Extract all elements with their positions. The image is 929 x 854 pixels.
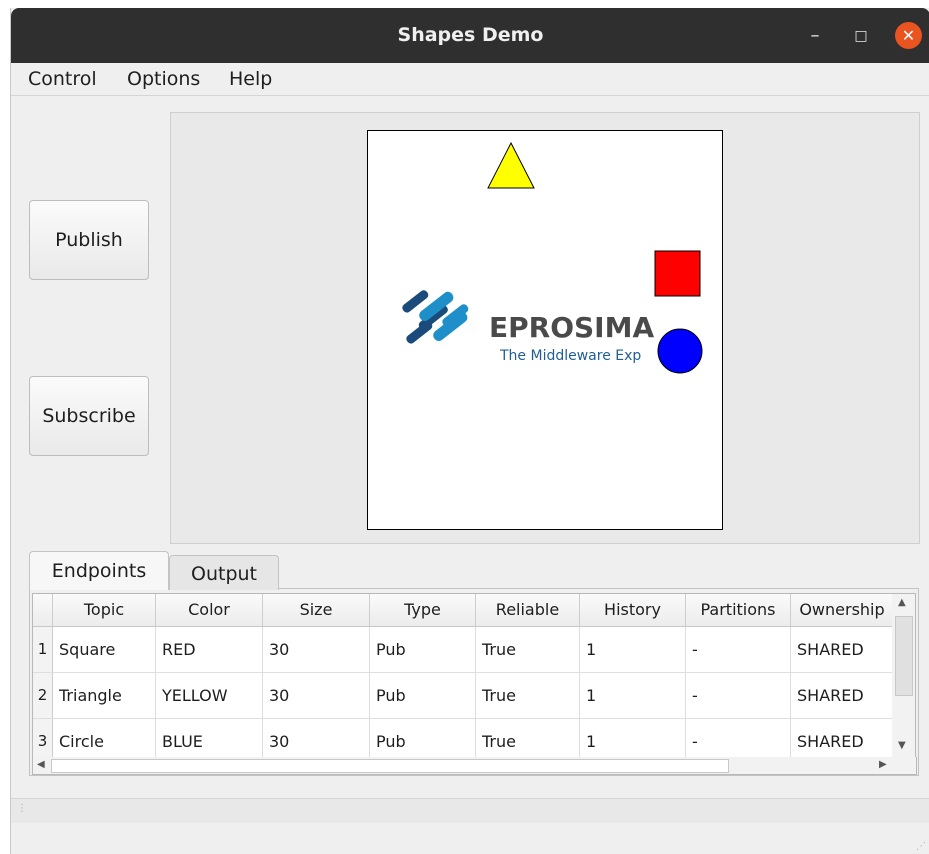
subscribe-button[interactable]: Subscribe [29,376,149,456]
triangle-shape [487,141,535,189]
table-row[interactable]: 3 Circle BLUE 30 Pub True 1 - SHARED [33,719,893,758]
maximize-button[interactable]: □ [847,22,875,50]
scroll-up-arrow-icon[interactable]: ▲ [898,597,906,608]
resize-grip-icon[interactable]: ⋰ [916,841,926,852]
cell-history[interactable]: 1 [580,719,686,758]
cell-color[interactable]: YELLOW [156,673,263,718]
horizontal-scroll-thumb[interactable] [51,759,729,773]
column-header-type[interactable]: Type [370,594,476,626]
cell-reliable[interactable]: True [476,673,580,718]
endpoints-table: Topic Color Size Type Reliable History P… [32,593,894,759]
tab-output[interactable]: Output [169,555,279,590]
cell-partitions[interactable]: - [686,627,791,672]
cell-type[interactable]: Pub [370,673,476,718]
cell-ownership[interactable]: SHARED [791,673,893,718]
cell-history[interactable]: 1 [580,673,686,718]
tab-endpoints[interactable]: Endpoints [29,551,169,590]
corner-cell[interactable] [33,594,53,626]
column-header-reliable[interactable]: Reliable [476,594,580,626]
close-button[interactable]: ✕ [895,22,922,49]
cell-reliable[interactable]: True [476,627,580,672]
column-header-ownership[interactable]: Ownership [791,594,893,626]
cell-ownership[interactable]: SHARED [791,627,893,672]
column-header-size[interactable]: Size [263,594,370,626]
scroll-right-arrow-icon[interactable]: ▶ [879,759,887,770]
column-header-history[interactable]: History [580,594,686,626]
row-header[interactable]: 1 [33,627,53,672]
logo-tagline: The Middleware Exp [499,348,641,364]
table-row[interactable]: 1 Square RED 30 Pub True 1 - SHARED [33,627,893,673]
horizontal-scrollbar[interactable]: ◀ ▶ [32,757,917,775]
cell-partitions[interactable]: - [686,719,791,758]
vertical-scroll-thumb[interactable] [895,616,913,696]
cell-ownership[interactable]: SHARED [791,719,893,758]
status-bar: ⋰ [11,823,929,854]
cell-history[interactable]: 1 [580,627,686,672]
square-shape [654,250,701,297]
column-header-partitions[interactable]: Partitions [686,594,791,626]
column-header-topic[interactable]: Topic [53,594,156,626]
cell-size[interactable]: 30 [263,673,370,718]
menu-control[interactable]: Control [28,68,97,90]
eprosima-logo-mark-icon [402,290,469,344]
menu-help[interactable]: Help [229,68,272,90]
title-bar[interactable]: Shapes Demo – □ ✕ [11,8,929,63]
vertical-scrollbar[interactable]: ▲ ▼ [892,593,916,759]
cell-size[interactable]: 30 [263,719,370,758]
scroll-left-arrow-icon[interactable]: ◀ [37,759,45,770]
cell-size[interactable]: 30 [263,627,370,672]
table-row[interactable]: 2 Triangle YELLOW 30 Pub True 1 - SHARED [33,673,893,719]
menu-bar: Control Options Help [11,63,929,96]
column-header-color[interactable]: Color [156,594,263,626]
table-header: Topic Color Size Type Reliable History P… [33,594,893,627]
row-header[interactable]: 3 [33,719,53,758]
cell-reliable[interactable]: True [476,719,580,758]
window-title: Shapes Demo [397,24,544,46]
circle-shape [657,328,703,374]
cell-color[interactable]: RED [156,627,263,672]
cell-partitions[interactable]: - [686,673,791,718]
shapes-canvas[interactable]: EPROSIMA The Middleware Exp [367,130,723,530]
row-header[interactable]: 2 [33,673,53,718]
menu-options[interactable]: Options [127,68,200,90]
cell-type[interactable]: Pub [370,627,476,672]
canvas-svg: EPROSIMA The Middleware Exp [402,141,703,374]
logo-text: EPROSIMA [489,311,654,344]
scroll-down-arrow-icon[interactable]: ▼ [898,740,906,751]
minimize-button[interactable]: – [801,22,829,50]
cell-topic[interactable]: Circle [53,719,156,758]
eprosima-logo: EPROSIMA The Middleware Exp [402,290,654,364]
cell-type[interactable]: Pub [370,719,476,758]
cell-color[interactable]: BLUE [156,719,263,758]
app-window: Shapes Demo – □ ✕ Control Options Help P… [10,8,929,854]
cell-topic[interactable]: Triangle [53,673,156,718]
cell-topic[interactable]: Square [53,627,156,672]
dock-separator: ⋮ [11,798,929,824]
publish-button[interactable]: Publish [29,200,149,280]
grip-handle-icon[interactable]: ⋮ [17,803,27,814]
